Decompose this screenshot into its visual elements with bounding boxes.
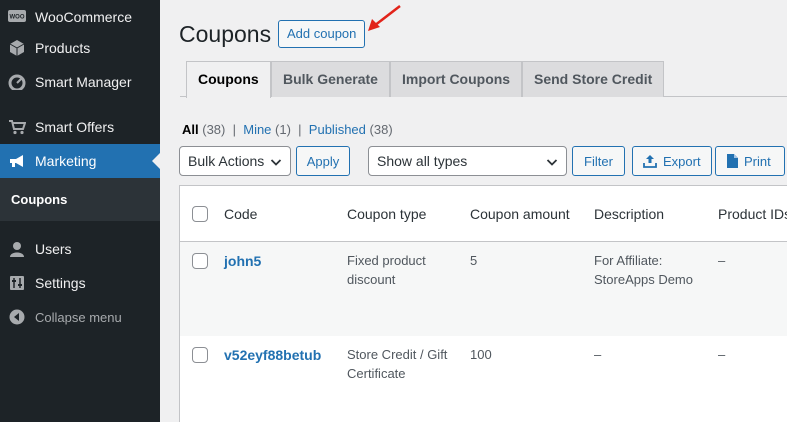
coupon-type-cell: Fixed product discount bbox=[347, 251, 426, 289]
filter-mine-label: Mine bbox=[243, 122, 272, 137]
print-label: Print bbox=[744, 153, 771, 169]
coupon-type-line: Fixed product bbox=[347, 253, 426, 268]
submenu-item-coupons[interactable]: Coupons bbox=[11, 192, 67, 207]
admin-sidebar: WOO WooCommerce Products Smart Manager S… bbox=[0, 0, 160, 422]
sidebar-item-label: Smart Offers bbox=[35, 119, 115, 135]
filter-published-label: Published bbox=[308, 122, 366, 137]
bulk-actions-select[interactable]: Bulk Actions bbox=[179, 146, 291, 176]
export-label: Export bbox=[663, 153, 701, 169]
user-icon bbox=[8, 240, 26, 258]
page-title: Coupons bbox=[179, 21, 272, 47]
megaphone-icon bbox=[8, 152, 26, 170]
table-header: Code Coupon type Coupon amount Descripti… bbox=[180, 186, 787, 242]
print-button[interactable]: Print bbox=[715, 146, 785, 176]
dashboard-icon bbox=[8, 73, 26, 91]
column-header-coupon-amount: Coupon amount bbox=[470, 206, 570, 222]
bulk-actions-value: Bulk Actions bbox=[188, 153, 265, 169]
sidebar-item-woocommerce[interactable]: WOO WooCommerce bbox=[0, 0, 160, 34]
coupon-type-value: Show all types bbox=[377, 153, 468, 169]
row-checkbox[interactable] bbox=[192, 347, 208, 363]
product-ids-cell: – bbox=[718, 253, 726, 268]
document-icon bbox=[726, 154, 738, 168]
collapse-menu-button[interactable]: Collapse menu bbox=[0, 300, 160, 334]
description-line: StoreApps Demo bbox=[594, 272, 693, 287]
column-header-code[interactable]: Code bbox=[224, 206, 257, 222]
status-filters: All (38) | Mine (1) | Published (38) bbox=[182, 122, 393, 137]
table-row: john5 Fixed product discount 5 For Affil… bbox=[180, 242, 787, 336]
description-cell: For Affiliate: StoreApps Demo bbox=[594, 251, 693, 289]
sidebar-item-label: Products bbox=[35, 40, 91, 56]
description-line: – bbox=[594, 347, 602, 362]
sidebar-item-smart-offers[interactable]: Smart Offers bbox=[0, 110, 160, 144]
chevron-down-icon bbox=[546, 155, 558, 171]
filter-published[interactable]: Published bbox=[309, 122, 366, 137]
collapse-icon bbox=[8, 308, 26, 326]
tab-send-store-credit[interactable]: Send Store Credit bbox=[522, 61, 665, 97]
sidebar-item-smart-manager[interactable]: Smart Manager bbox=[0, 65, 160, 99]
tab-bulk-generate[interactable]: Bulk Generate bbox=[271, 61, 390, 97]
collapse-menu-label: Collapse menu bbox=[35, 309, 122, 325]
chevron-down-icon bbox=[270, 155, 282, 171]
marketing-submenu: Coupons bbox=[0, 178, 160, 221]
description-cell: – bbox=[594, 345, 601, 364]
coupon-type-line: Store Credit / Gift bbox=[347, 347, 448, 362]
row-checkbox[interactable] bbox=[192, 253, 208, 269]
coupon-type-cell: Store Credit / Gift Certificate bbox=[347, 345, 447, 383]
sidebar-item-label: WooCommerce bbox=[35, 9, 132, 25]
tab-import-coupons[interactable]: Import Coupons bbox=[390, 61, 523, 97]
sidebar-item-label: Marketing bbox=[35, 153, 97, 169]
filter-published-count: (38) bbox=[369, 122, 393, 137]
add-coupon-button[interactable]: Add coupon bbox=[278, 20, 366, 48]
coupon-amount-cell: 5 bbox=[470, 253, 478, 268]
description-line: For Affiliate: bbox=[594, 253, 663, 268]
sidebar-item-label: Users bbox=[35, 241, 72, 257]
table-row: v52eyf88betub Store Credit / Gift Certif… bbox=[180, 336, 787, 422]
coupon-type-line: discount bbox=[347, 272, 396, 287]
export-button[interactable]: Export bbox=[632, 146, 712, 176]
upload-icon bbox=[643, 154, 657, 168]
coupon-amount-cell: 100 bbox=[470, 347, 492, 362]
coupon-tabs: Coupons Bulk Generate Import Coupons Sen… bbox=[180, 61, 787, 98]
filter-all-label: All bbox=[182, 122, 199, 137]
column-header-product-ids: Product IDs bbox=[718, 206, 787, 222]
sidebar-item-label: Smart Manager bbox=[35, 74, 132, 90]
woo-badge-text: WOO bbox=[10, 15, 25, 21]
coupon-type-line: Certificate bbox=[347, 366, 406, 381]
tab-coupons[interactable]: Coupons bbox=[186, 61, 271, 98]
coupon-type-select[interactable]: Show all types bbox=[368, 146, 567, 176]
filter-all-count: (38) bbox=[202, 122, 226, 137]
coupons-table: Code Coupon type Coupon amount Descripti… bbox=[179, 185, 787, 422]
coupon-code-link[interactable]: john5 bbox=[224, 253, 261, 269]
settings-icon bbox=[8, 274, 26, 292]
filter-all[interactable]: All bbox=[182, 122, 199, 137]
filter-mine-count: (1) bbox=[275, 122, 291, 137]
main-content: Coupons Add coupon Coupons Bulk Generate… bbox=[160, 0, 787, 422]
product-ids-cell: – bbox=[718, 347, 726, 362]
column-header-coupon-type: Coupon type bbox=[347, 206, 427, 222]
filter-mine[interactable]: Mine bbox=[243, 122, 271, 137]
filter-separator: | bbox=[232, 122, 236, 137]
column-header-description: Description bbox=[594, 206, 665, 222]
sidebar-item-marketing[interactable]: Marketing bbox=[0, 144, 160, 178]
woo-icon: WOO bbox=[8, 8, 26, 26]
red-arrow-annotation bbox=[368, 5, 401, 31]
apply-button[interactable]: Apply bbox=[296, 146, 350, 176]
coupon-code-link[interactable]: v52eyf88betub bbox=[224, 347, 321, 363]
sidebar-item-label: Settings bbox=[35, 275, 86, 291]
select-all-checkbox[interactable] bbox=[192, 206, 208, 222]
filter-separator: | bbox=[298, 122, 302, 137]
sidebar-item-settings[interactable]: Settings bbox=[0, 266, 160, 300]
cube-icon bbox=[8, 39, 26, 57]
sidebar-item-products[interactable]: Products bbox=[0, 31, 160, 65]
filter-button[interactable]: Filter bbox=[572, 146, 625, 176]
cart-icon bbox=[8, 118, 26, 136]
sidebar-item-users[interactable]: Users bbox=[0, 232, 160, 266]
